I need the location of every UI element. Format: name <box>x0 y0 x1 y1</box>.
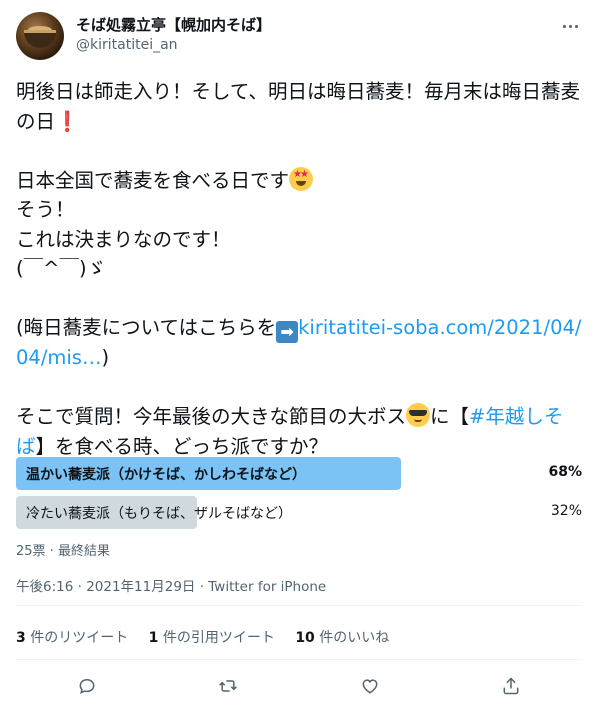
poll-option-label: 温かい蕎麦派（かけそば、かしわそばなど） <box>26 467 306 483</box>
reply-button[interactable] <box>73 672 101 700</box>
sunglasses-emoji-icon <box>406 403 431 427</box>
tweet-line: (晦日蕎麦についてはこちらを <box>16 316 277 339</box>
display-name[interactable]: そば処霧立亭【幌加内そば】 <box>76 14 271 35</box>
tweet-timestamp[interactable]: 午後6:16 · 2021年11月29日 · Twitter for iPhon… <box>16 575 326 595</box>
tweet-line: ) <box>101 346 110 369</box>
tweet-line: に【 <box>430 405 470 428</box>
likes-stat[interactable]: 10 件のいいね <box>295 630 389 646</box>
exclamation-emoji-icon: ❗ <box>55 109 80 133</box>
tweet-line: 日本全国で蕎麦を食べる日です <box>16 168 290 192</box>
tweet-line: (￣^￣)ゞ <box>16 257 107 280</box>
tweet-actions <box>16 672 582 700</box>
tweet-line: そこで質問！今年最後の大きな節目の大ボス <box>16 405 407 428</box>
likes-label: 件のいいね <box>314 630 390 646</box>
retweets-count: 3 <box>16 630 26 646</box>
poll-option: 温かい蕎麦派（かけそば、かしわそばなど） 68% <box>16 457 582 490</box>
poll-option-label: 冷たい蕎麦派（もりそば、ザルそばなど） <box>26 506 292 522</box>
tweet-text: 明後日は師走入り！そして、明日は晦日蕎麦！毎月末は晦日蕎麦の日❗ 日本全国で蕎麦… <box>16 77 582 461</box>
poll-meta: 25票 · 最終結果 <box>16 544 110 559</box>
tweet-header: そば処霧立亭【幌加内そば】 @kiritatitei_an <box>16 10 582 60</box>
likes-count: 10 <box>295 630 315 646</box>
poll-option-percent: 32% <box>550 503 582 519</box>
share-button[interactable] <box>497 672 525 700</box>
tweet-line: そう！ <box>16 198 75 221</box>
like-button[interactable] <box>356 672 384 700</box>
poll-option: 冷たい蕎麦派（もりそば、ザルそばなど） 32% <box>16 496 582 529</box>
retweets-label: 件のリツイート <box>25 630 129 646</box>
avatar[interactable] <box>16 12 64 60</box>
like-icon <box>362 679 378 694</box>
right-arrow-emoji-icon: ➡ <box>276 321 299 343</box>
share-icon <box>503 677 519 695</box>
poll-option-percent: 68% <box>548 464 582 480</box>
reply-icon <box>79 678 95 695</box>
user-handle[interactable]: @kiritatitei_an <box>76 37 178 53</box>
retweet-icon <box>219 680 238 692</box>
star-struck-emoji-icon <box>289 166 314 191</box>
divider <box>16 605 582 606</box>
retweet-button[interactable] <box>214 672 242 700</box>
divider <box>16 659 582 660</box>
quotes-label: 件の引用ツイート <box>158 630 275 646</box>
quotes-stat[interactable]: 1 件の引用ツイート <box>149 630 275 646</box>
tweet-line: 明後日は師走入り！そして、明日は晦日蕎麦！毎月末は晦日蕎麦の日 <box>16 80 580 133</box>
more-options-icon[interactable] <box>558 16 582 36</box>
tweet-line: 】を食べる時、どっち派ですか？ <box>35 434 329 458</box>
poll: 温かい蕎麦派（かけそば、かしわそばなど） 68% 冷たい蕎麦派（もりそば、ザルそ… <box>16 457 582 535</box>
quotes-count: 1 <box>148 630 159 646</box>
tweet-line: これは決まりなのです！ <box>16 227 231 251</box>
retweets-stat[interactable]: 3 件のリツイート <box>16 630 128 646</box>
tweet-stats: 3 件のリツイート 1 件の引用ツイート 10 件のいいね <box>16 627 405 647</box>
